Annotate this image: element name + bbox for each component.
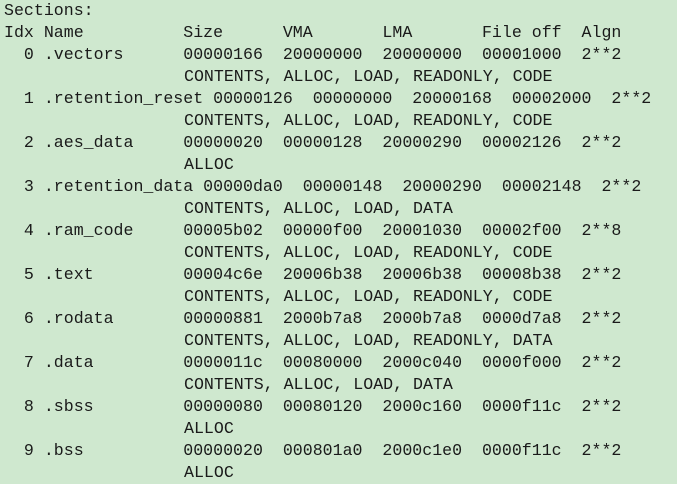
section-row: 1 .retention_reset 00000126 00000000 200… bbox=[4, 89, 652, 108]
section-flags: ALLOC bbox=[184, 463, 234, 482]
section-flags: CONTENTS, ALLOC, LOAD, DATA bbox=[184, 375, 453, 394]
section-flags: CONTENTS, ALLOC, LOAD, READONLY, CODE bbox=[184, 111, 553, 130]
section-flags: ALLOC bbox=[184, 155, 234, 174]
section-row: 9 .bss 00000020 000801a0 2000c1e0 0000f1… bbox=[4, 441, 622, 460]
section-row: 7 .data 0000011c 00080000 2000c040 0000f… bbox=[4, 353, 622, 372]
section-row: 6 .rodata 00000881 2000b7a8 2000b7a8 000… bbox=[4, 309, 622, 328]
section-flags: ALLOC bbox=[184, 419, 234, 438]
sections-heading: Sections: bbox=[4, 1, 94, 20]
section-flags: CONTENTS, ALLOC, LOAD, DATA bbox=[184, 199, 453, 218]
section-row: 5 .text 00004c6e 20006b38 20006b38 00008… bbox=[4, 265, 622, 284]
section-flags: CONTENTS, ALLOC, LOAD, READONLY, CODE bbox=[184, 243, 553, 262]
section-row: 2 .aes_data 00000020 00000128 20000290 0… bbox=[4, 133, 622, 152]
section-row: 3 .retention_data 00000da0 00000148 2000… bbox=[4, 177, 642, 196]
section-flags: CONTENTS, ALLOC, LOAD, READONLY, CODE bbox=[184, 67, 553, 86]
objdump-section-listing: Sections: Idx Name Size VMA LMA File off… bbox=[0, 0, 677, 484]
section-row: 4 .ram_code 00005b02 00000f00 20001030 0… bbox=[4, 221, 622, 240]
section-row: 8 .sbss 00000080 00080120 2000c160 0000f… bbox=[4, 397, 622, 416]
section-flags: CONTENTS, ALLOC, LOAD, READONLY, CODE bbox=[184, 287, 553, 306]
section-flags: CONTENTS, ALLOC, LOAD, READONLY, DATA bbox=[184, 331, 553, 350]
section-row: 0 .vectors 00000166 20000000 20000000 00… bbox=[4, 45, 622, 64]
column-header: Idx Name Size VMA LMA File off Algn bbox=[4, 23, 622, 42]
